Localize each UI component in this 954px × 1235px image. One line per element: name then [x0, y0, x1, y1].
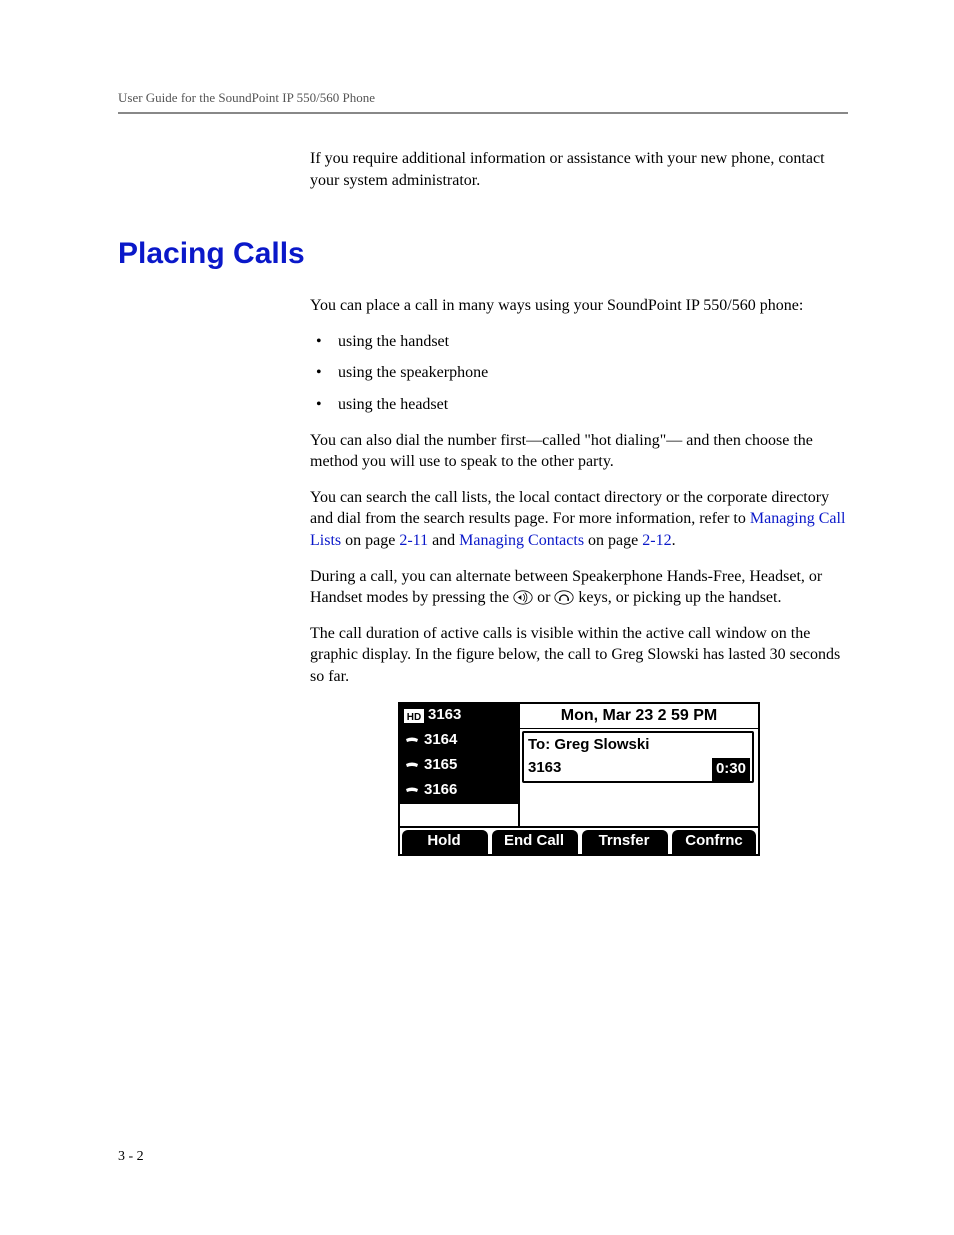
line-label: 3164 [424, 730, 457, 750]
call-duration: 0:30 [712, 758, 750, 780]
list-item: using the headset [310, 394, 848, 416]
text: on page [341, 532, 399, 549]
softkey-row: Hold End Call Trnsfer Confrnc [400, 826, 758, 854]
hd-icon: HD [404, 709, 424, 723]
line-label: 3163 [428, 705, 461, 725]
line-key-2: 3164 [400, 729, 518, 754]
phone-icon [404, 735, 420, 747]
softkey-transfer: Trnsfer [582, 830, 668, 854]
line-label: 3165 [424, 755, 457, 775]
intro-paragraph: If you require additional information or… [310, 148, 848, 191]
speakerphone-key-icon [513, 590, 533, 606]
paragraph-search: You can search the call lists, the local… [310, 487, 848, 552]
paragraph-lead: You can place a call in many ways using … [310, 295, 848, 317]
text: keys, or picking up the handset. [578, 589, 781, 606]
page-ref[interactable]: 2-12 [642, 532, 671, 549]
phone-icon [404, 785, 420, 797]
section-heading: Placing Calls [118, 237, 848, 271]
link-managing-contacts[interactable]: Managing Contacts [459, 532, 584, 549]
line-key-4: 3166 [400, 779, 518, 804]
line-keys-panel: HD 3163 3164 [400, 704, 520, 826]
bullet-list: using the handset using the speakerphone… [310, 331, 848, 416]
paragraph-duration: The call duration of active calls is vis… [310, 623, 848, 688]
line-label: 3166 [424, 780, 457, 800]
call-from-number: 3163 [528, 758, 561, 778]
svg-text:HD: HD [407, 712, 421, 723]
paragraph-hotdial: You can also dial the number first—calle… [310, 430, 848, 473]
line-key-3: 3165 [400, 754, 518, 779]
line-key-1: HD 3163 [400, 704, 518, 729]
text: and [428, 532, 459, 549]
softkey-hold: Hold [402, 830, 488, 854]
header-rule [118, 112, 848, 114]
text: or [537, 589, 554, 606]
text: on page [584, 532, 642, 549]
softkey-endcall: End Call [492, 830, 578, 854]
datetime-display: Mon, Mar 23 2 59 PM [520, 704, 758, 729]
list-item: using the speakerphone [310, 362, 848, 384]
call-to-label: To: Greg Slowski [528, 735, 649, 755]
paragraph-modes: During a call, you can alternate between… [310, 566, 848, 609]
headset-key-icon [554, 590, 574, 606]
softkey-conference: Confrnc [672, 830, 756, 854]
phone-screen-figure: HD 3163 3164 [398, 702, 760, 856]
running-head: User Guide for the SoundPoint IP 550/560… [118, 90, 848, 106]
text: . [672, 532, 676, 549]
active-call-window: To: Greg Slowski 3163 0:30 [522, 731, 754, 783]
page-ref[interactable]: 2-11 [399, 532, 428, 549]
list-item: using the handset [310, 331, 848, 353]
phone-icon [404, 760, 420, 772]
page-number: 3 - 2 [118, 1149, 144, 1165]
